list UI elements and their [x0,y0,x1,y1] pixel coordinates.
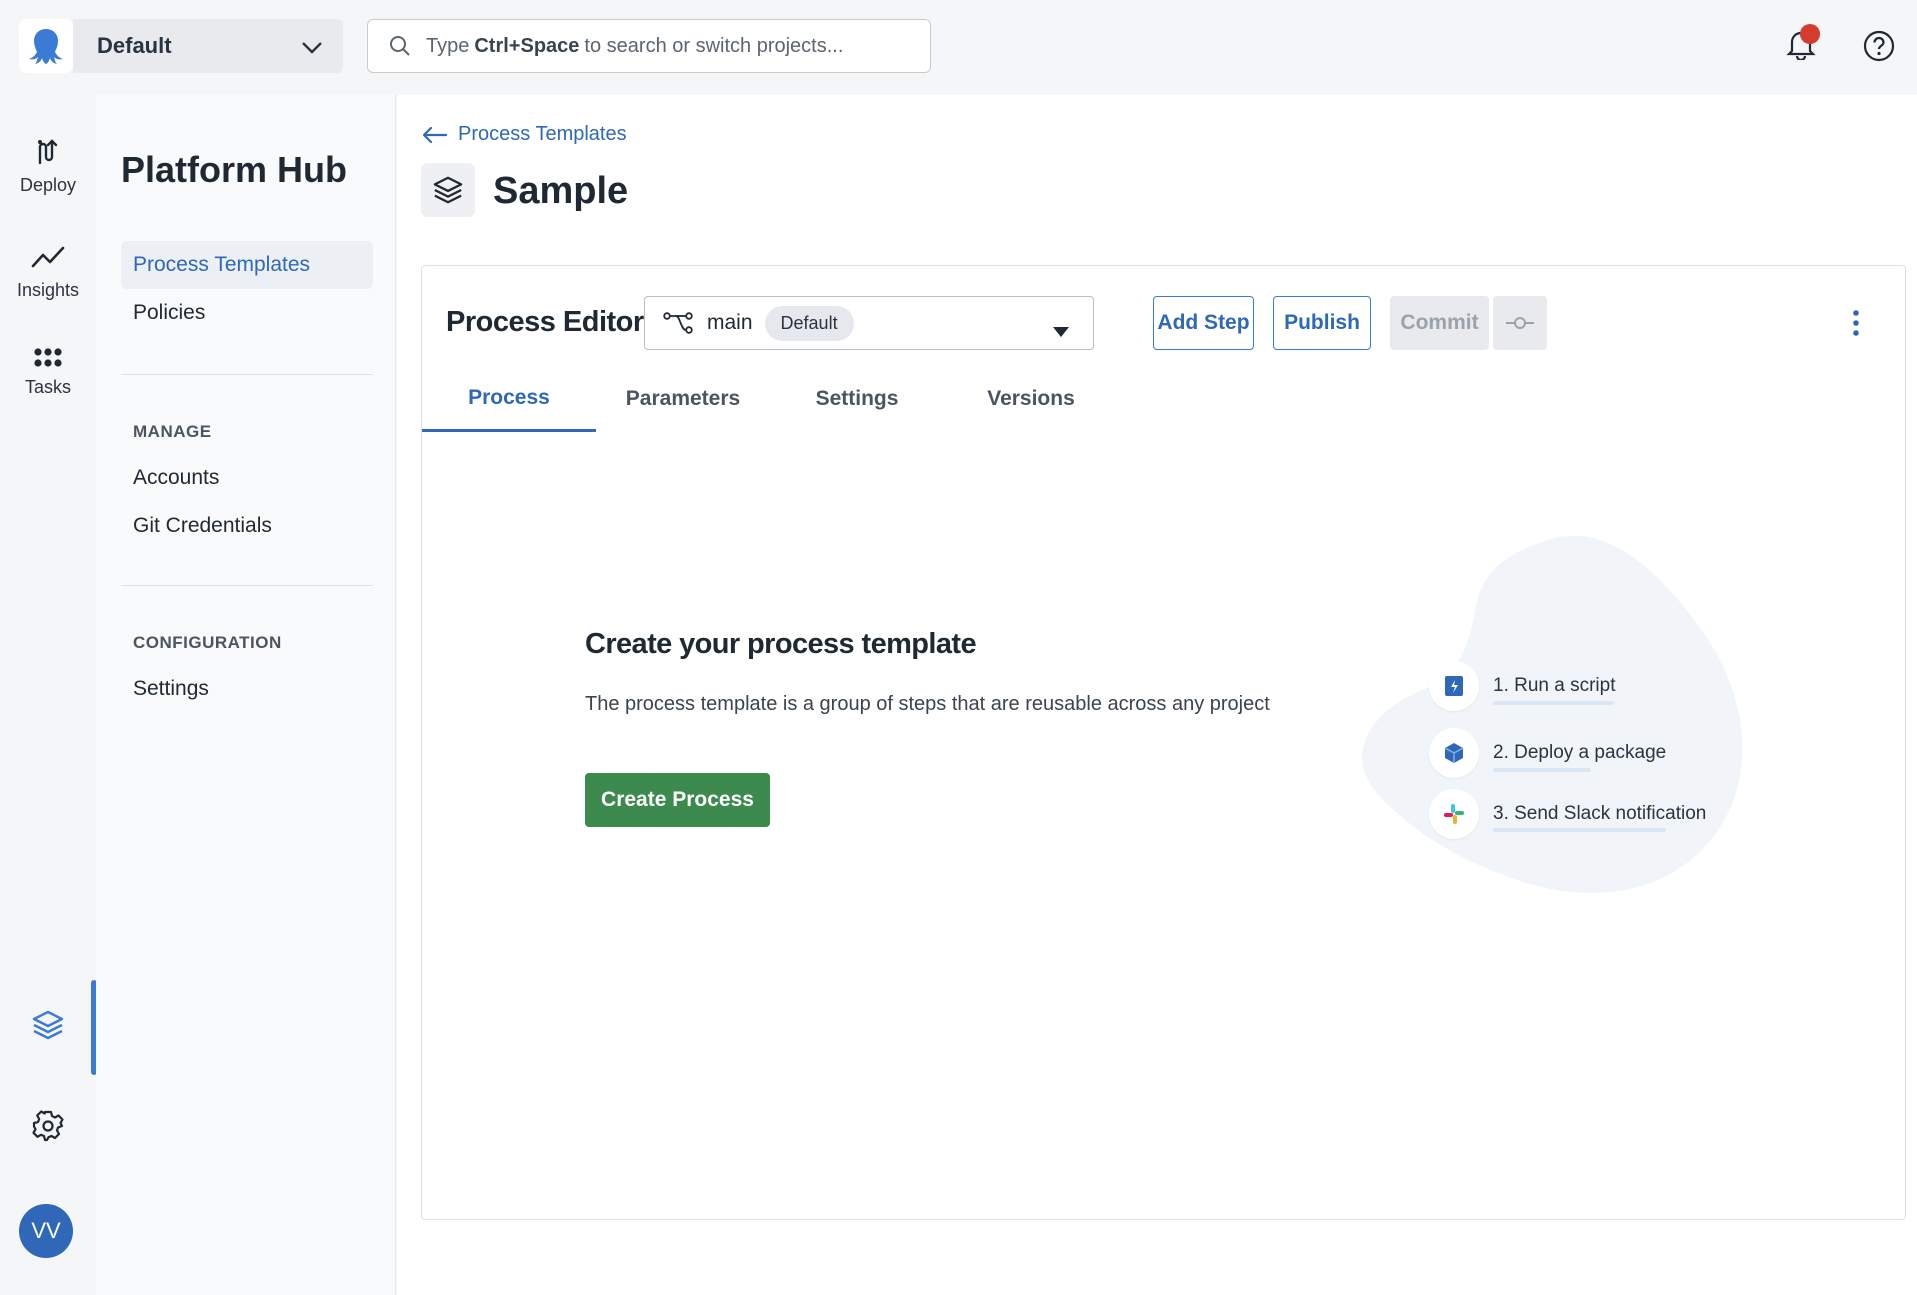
package-icon [1429,728,1479,778]
user-avatar[interactable]: VV [19,1204,73,1258]
step-underline [1493,828,1666,832]
rail-item-platform-hub[interactable] [0,1008,96,1042]
tab-process[interactable]: Process [422,366,596,432]
chart-line-icon [0,242,96,272]
sidepanel-item-policies[interactable]: Policies [121,289,373,337]
main-content: Process Templates Sample Process Editor … [397,95,1917,1295]
sidepanel-title: Platform Hub [121,149,348,190]
step-label: 1. Run a script [1493,675,1616,696]
space-selector[interactable]: Default [73,19,343,73]
manage-heading: MANAGE [133,422,212,441]
layers-icon [32,1010,64,1040]
create-process-button[interactable]: Create Process [585,773,770,827]
notification-badge [1800,24,1820,44]
step-label: 2. Deploy a package [1493,742,1667,763]
sidepanel-item-process-templates[interactable]: Process Templates [121,241,373,289]
octopus-logo-icon[interactable] [19,19,73,73]
branch-selector[interactable]: main Default [644,296,1094,350]
rail-item-tasks[interactable]: Tasks [0,347,96,398]
arrow-left-icon [422,126,448,143]
page-title: Sample [493,170,629,212]
search-suffix: to search or switch projects... [584,34,844,57]
process-illustration: 1. Run a script 2. Deploy a package 3. S… [1350,521,1770,921]
step-underline [1493,701,1614,705]
search-shortcut: Ctrl+Space [474,34,580,57]
rail-item-settings[interactable] [0,1109,96,1143]
search-prefix: Type [426,34,470,57]
publish-button[interactable]: Publish [1273,296,1371,350]
rail-item-insights[interactable]: Insights [0,242,96,301]
gear-icon [32,1110,64,1142]
tab-versions[interactable]: Versions [944,366,1118,432]
help-icon[interactable] [1863,30,1895,67]
editor-tabs: Process Parameters Settings Versions [422,366,1907,432]
rail-label: Tasks [24,377,71,397]
chevron-down-icon [299,34,325,66]
tab-parameters[interactable]: Parameters [596,366,770,432]
default-branch-badge: Default [764,305,854,341]
search-input[interactable]: Type Ctrl+Space to search or switch proj… [367,19,931,73]
process-editor-title: Process Editor [446,306,644,338]
platform-hub-sidepanel: Platform Hub Process Templates Policies … [96,95,396,1295]
rail-label: Deploy [19,175,77,195]
search-icon [388,34,412,58]
branch-name: main [707,311,753,334]
step-label: 3. Send Slack notification [1493,803,1707,824]
caret-down-icon [1053,319,1069,343]
commit-button[interactable]: Commit [1390,296,1489,350]
sidepanel-item-accounts[interactable]: Accounts [121,454,373,502]
add-step-button[interactable]: Add Step [1153,296,1254,350]
top-bar: Default Type Ctrl+Space to search or swi… [0,0,1917,95]
git-commit-icon [1506,317,1534,329]
more-options-icon[interactable] [1852,310,1860,341]
slack-icon [1429,789,1479,839]
tab-settings[interactable]: Settings [770,366,944,432]
space-name: Default [97,33,172,58]
deploy-icon [0,137,96,167]
rail-item-deploy[interactable]: Deploy [0,137,96,196]
configuration-heading: CONFIGURATION [133,633,282,652]
step-underline [1493,768,1591,772]
sidepanel-item-git-credentials[interactable]: Git Credentials [121,502,373,550]
empty-state-title: Create your process template [585,628,977,660]
empty-state-description: The process template is a group of steps… [585,693,1270,715]
git-branch-icon [663,311,693,335]
left-rail: Deploy Insights Tasks [0,95,97,1295]
commit-options-button[interactable] [1493,296,1547,350]
rail-label: Insights [16,280,80,300]
back-link[interactable]: Process Templates [422,123,627,146]
back-link-label: Process Templates [458,123,627,145]
sidepanel-divider [121,374,373,375]
process-editor-card: Process Editor main Default Add Step Pub… [421,265,1906,1220]
grid-dots-icon [0,347,96,369]
sidepanel-divider [121,585,373,586]
script-icon [1429,661,1479,711]
layers-icon [421,163,475,217]
sidepanel-item-settings[interactable]: Settings [121,665,373,713]
